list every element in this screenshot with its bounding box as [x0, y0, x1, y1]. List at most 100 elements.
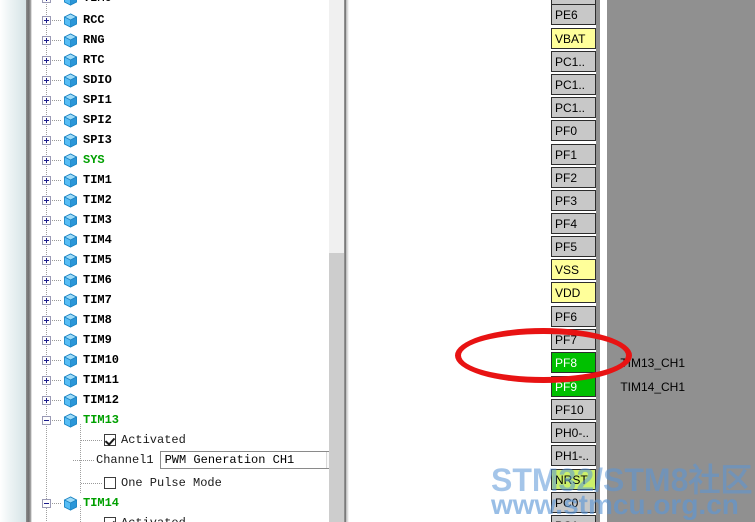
tree-node-tim9[interactable]: TIM9 — [32, 330, 329, 350]
chip-pin-vss[interactable]: VSS — [551, 259, 596, 280]
chip-pin-pf10[interactable]: PF10 — [551, 399, 596, 420]
tree-node-sdio[interactable]: SDIO — [32, 70, 329, 90]
expand-icon[interactable] — [42, 335, 51, 345]
chip-pin-pf5[interactable]: PF5 — [551, 236, 596, 257]
expand-icon[interactable] — [42, 295, 51, 305]
expand-icon[interactable] — [42, 0, 51, 3]
tree-connector — [52, 502, 62, 504]
expand-icon[interactable] — [42, 95, 51, 105]
tree-node-tim0[interactable]: TIM0 — [32, 0, 329, 8]
tree-node-rtc[interactable]: RTC — [32, 50, 329, 70]
tree-connector — [52, 59, 62, 61]
peripheral-tree-panel[interactable]: TIM0 RCC RNG RTC SDIO SPI1 SPI2 SPI3 SYS TIM1 TIM2… — [32, 0, 329, 522]
tree-node-label: SPI2 — [83, 113, 112, 127]
tim13-channel1-select[interactable]: PWM Generation CH1 — [159, 451, 329, 469]
tree-node-tim4[interactable]: TIM4 — [32, 230, 329, 250]
tree-node-rng[interactable]: RNG — [32, 30, 329, 50]
chip-pin-nrst[interactable]: NRST — [551, 469, 596, 490]
tree-node-tim3[interactable]: TIM3 — [32, 210, 329, 230]
tree-node-tim5[interactable]: TIM5 — [32, 250, 329, 270]
tree-node-tim14[interactable]: TIM14 — [32, 493, 329, 513]
cube-icon — [63, 172, 78, 188]
collapse-icon[interactable] — [42, 415, 51, 425]
chip-pin-pc1[interactable]: PC1.. — [551, 74, 596, 95]
tim14-activated-checkbox[interactable] — [104, 517, 116, 522]
chip-pin-pc0[interactable]: PC0 — [551, 492, 596, 513]
tree-node-spi2[interactable]: SPI2 — [32, 110, 329, 130]
chip-pin-pf9[interactable]: PF9 — [551, 376, 596, 397]
expand-icon[interactable] — [42, 75, 51, 85]
tree-node-tim1[interactable]: TIM1 — [32, 170, 329, 190]
tree-node-tim12[interactable]: TIM12 — [32, 390, 329, 410]
tree-node-tim2[interactable]: TIM2 — [32, 190, 329, 210]
tree-vertical-scrollbar-thumb[interactable] — [329, 253, 344, 522]
tim14-activated-row[interactable]: Activated — [32, 513, 329, 522]
tim13-channel1-row[interactable]: Channel1 PWM Generation CH1 — [32, 450, 329, 470]
tree-node-spi3[interactable]: SPI3 — [32, 130, 329, 150]
tree-node-label: RTC — [83, 53, 105, 67]
expand-icon[interactable] — [42, 35, 51, 45]
tree-node-label: TIM7 — [83, 293, 112, 307]
tree-node-label: TIM4 — [83, 233, 112, 247]
chip-pin-pf0[interactable]: PF0 — [551, 120, 596, 141]
expand-icon[interactable] — [42, 195, 51, 205]
expand-icon[interactable] — [42, 315, 51, 325]
tree-node-tim8[interactable]: TIM8 — [32, 310, 329, 330]
expand-icon[interactable] — [42, 155, 51, 165]
tree-node-tim6[interactable]: TIM6 — [32, 270, 329, 290]
chip-pin-label: PC0 — [555, 495, 579, 510]
tree-connector — [52, 299, 62, 301]
chip-pin-pc1[interactable]: PC1.. — [551, 97, 596, 118]
tree-connector — [52, 239, 62, 241]
chip-pin-pf1[interactable]: PF1 — [551, 144, 596, 165]
chip-pin-pf6[interactable]: PF6 — [551, 306, 596, 327]
chip-pin-ph1[interactable]: PH1-.. — [551, 445, 596, 466]
chip-pinout-canvas[interactable]: PE5 PE6 VBAT PC1.. PC1.. PC1.. PF0 PF1 PF2 PF3 PF4… — [349, 0, 755, 522]
chip-pin-vbat[interactable]: VBAT — [551, 28, 596, 49]
tree-node-tim10[interactable]: TIM10 — [32, 350, 329, 370]
expand-icon[interactable] — [42, 235, 51, 245]
chip-pin-pc1[interactable]: PC1.. — [551, 51, 596, 72]
expand-icon[interactable] — [42, 255, 51, 265]
tree-connector — [52, 199, 62, 201]
chip-pin-pf2[interactable]: PF2 — [551, 167, 596, 188]
chip-pin-pf8[interactable]: PF8 — [551, 352, 596, 373]
chip-pin-label: PF10 — [555, 402, 584, 417]
chip-pin-pc1[interactable]: PC1 — [551, 515, 596, 522]
expand-icon[interactable] — [42, 275, 51, 285]
expand-icon[interactable] — [42, 375, 51, 385]
expand-icon[interactable] — [42, 175, 51, 185]
cube-icon — [63, 232, 78, 248]
tim13-activated-row[interactable]: Activated — [32, 430, 329, 450]
expand-icon[interactable] — [42, 355, 51, 365]
tree-node-rcc[interactable]: RCC — [32, 10, 329, 30]
cube-icon — [63, 412, 78, 428]
tree-node-spi1[interactable]: SPI1 — [32, 90, 329, 110]
chip-edge-line — [600, 0, 602, 522]
tim13-one-pulse-row[interactable]: One Pulse Mode — [32, 473, 329, 493]
tree-connector — [52, 359, 62, 361]
tree-node-tim7[interactable]: TIM7 — [32, 290, 329, 310]
tree-connector — [52, 39, 62, 41]
tree-node-tim11[interactable]: TIM11 — [32, 370, 329, 390]
tree-node-sys[interactable]: SYS — [32, 150, 329, 170]
chip-pin-ph0[interactable]: PH0-.. — [551, 422, 596, 443]
chip-pin-pf3[interactable]: PF3 — [551, 190, 596, 211]
chip-pin-pf4[interactable]: PF4 — [551, 213, 596, 234]
tree-node-tim13[interactable]: TIM13 — [32, 410, 329, 430]
tree-connector — [52, 159, 62, 161]
chip-pin-label: PE6 — [555, 7, 578, 22]
chip-pin-pe6[interactable]: PE6 — [551, 4, 596, 25]
collapse-icon[interactable] — [42, 498, 51, 508]
tim13-activated-checkbox[interactable] — [104, 434, 116, 446]
expand-icon[interactable] — [42, 115, 51, 125]
expand-icon[interactable] — [42, 395, 51, 405]
expand-icon[interactable] — [42, 15, 51, 25]
expand-icon[interactable] — [42, 215, 51, 225]
cube-icon — [63, 0, 78, 6]
chip-pin-pf7[interactable]: PF7 — [551, 329, 596, 350]
expand-icon[interactable] — [42, 135, 51, 145]
expand-icon[interactable] — [42, 55, 51, 65]
chip-pin-vdd[interactable]: VDD — [551, 282, 596, 303]
tim13-one-pulse-checkbox[interactable] — [104, 477, 116, 489]
